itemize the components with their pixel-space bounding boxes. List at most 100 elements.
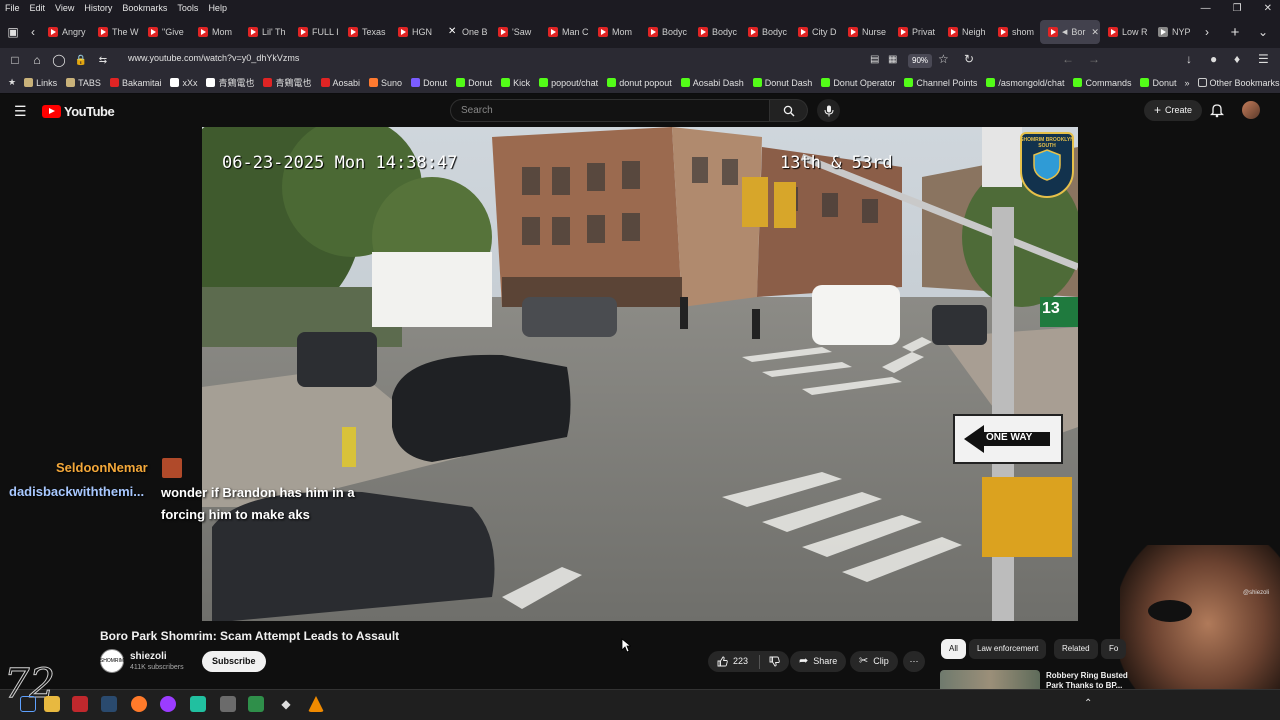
- downloads-icon[interactable]: ↓: [1186, 52, 1192, 66]
- subscribe-button[interactable]: Subscribe: [202, 651, 266, 672]
- forward-icon[interactable]: →: [1088, 52, 1100, 66]
- browser-tab[interactable]: Lil' Th: [240, 20, 290, 44]
- bookmark-item[interactable]: Kick: [501, 78, 530, 88]
- app-menu-icon[interactable]: ☰: [1258, 52, 1269, 66]
- bookmark-item[interactable]: xXx: [170, 78, 197, 88]
- lock-icon[interactable]: 🔒: [70, 49, 92, 71]
- notifications-bell-icon[interactable]: [1210, 103, 1224, 118]
- thumbs-down-icon[interactable]: [769, 656, 780, 667]
- extensions-icon[interactable]: ♦: [1234, 52, 1240, 66]
- restore-icon[interactable]: ❐: [1233, 3, 1242, 14]
- back-icon[interactable]: ←: [1062, 52, 1074, 66]
- browser-tab[interactable]: Bodyc: [740, 20, 790, 44]
- browser-tab[interactable]: ◀ Bor ✕: [1040, 20, 1100, 44]
- browser-tab[interactable]: Low R: [1100, 20, 1150, 44]
- diamond-app-icon[interactable]: ◆: [278, 696, 294, 712]
- more-actions-button[interactable]: ⋯: [903, 651, 925, 672]
- shield-icon[interactable]: ◯: [48, 49, 70, 71]
- browser-tab[interactable]: FULL I: [290, 20, 340, 44]
- youtube-logo[interactable]: YouTube: [42, 104, 115, 119]
- file-explorer-icon[interactable]: [44, 696, 60, 712]
- bookmark-item[interactable]: donut popout: [607, 78, 672, 88]
- bookmark-item[interactable]: Donut: [456, 78, 492, 88]
- menu-help[interactable]: Help: [207, 3, 228, 13]
- browser-tab[interactable]: Man C: [540, 20, 590, 44]
- search-button[interactable]: [770, 99, 808, 122]
- bookmark-star-icon[interactable]: ☆: [938, 52, 949, 66]
- create-button[interactable]: + Create: [1144, 100, 1203, 121]
- address-bar[interactable]: www.youtube.com/watch?v=y0_dhYkVzms: [128, 53, 299, 63]
- bookmark-item[interactable]: Aosabi Dash: [680, 78, 744, 88]
- bookmark-item[interactable]: Donut Dash: [752, 78, 812, 88]
- browser-tab[interactable]: Mom: [590, 20, 640, 44]
- bookmark-item[interactable]: Donut: [411, 78, 447, 88]
- tab-scroll-right-icon[interactable]: ›: [1200, 21, 1214, 43]
- related-video-title[interactable]: Robbery Ring Busted Park Thanks to BP...: [1046, 671, 1128, 691]
- bookmark-item[interactable]: TABS: [66, 78, 101, 88]
- bookmark-item[interactable]: /asmongold/chat: [986, 78, 1064, 88]
- bookmark-item[interactable]: Links: [24, 78, 57, 88]
- bookmark-item[interactable]: popout/chat: [539, 78, 598, 88]
- tab-list-icon[interactable]: ▣: [0, 21, 26, 43]
- new-tab-icon[interactable]: +: [1224, 21, 1246, 43]
- home-icon[interactable]: ⌂: [26, 49, 48, 71]
- menu-tools[interactable]: Tools: [176, 3, 199, 13]
- browser-tab[interactable]: Nurse: [840, 20, 890, 44]
- browser-tab[interactable]: 'Saw: [490, 20, 540, 44]
- tray-expand-icon[interactable]: ⌃: [1084, 698, 1092, 709]
- menu-file[interactable]: File: [4, 3, 21, 13]
- browser-tab[interactable]: Bodyc: [640, 20, 690, 44]
- menu-view[interactable]: View: [54, 3, 75, 13]
- channel-avatar[interactable]: SHOMRIM: [100, 649, 124, 673]
- bookmark-item[interactable]: Donut Operator: [821, 78, 895, 88]
- video-player[interactable]: 06-23-2025 Mon 14:38:47 13th & 53rd 13 O…: [202, 127, 1078, 621]
- browser-tab[interactable]: HGN: [390, 20, 440, 44]
- screenshot-icon[interactable]: ▦: [888, 54, 897, 65]
- related-video-thumbnail[interactable]: [940, 670, 1040, 690]
- steam-icon[interactable]: [101, 696, 117, 712]
- bookmark-item[interactable]: 青鶏電也: [206, 76, 254, 89]
- minimize-icon[interactable]: —: [1201, 3, 1211, 14]
- voice-search-button[interactable]: [817, 99, 840, 122]
- messenger-icon[interactable]: [160, 696, 176, 712]
- browser-tab[interactable]: The W: [90, 20, 140, 44]
- bookmark-item[interactable]: 青鶏電也: [263, 76, 312, 89]
- browser-tab[interactable]: Neigh: [940, 20, 990, 44]
- browser-tab[interactable]: Texas: [340, 20, 390, 44]
- zoom-level[interactable]: 90%: [908, 54, 933, 68]
- bookmark-item[interactable]: Donut: [1140, 78, 1177, 88]
- bookmark-item[interactable]: Commands: [1073, 78, 1131, 88]
- browser-tab[interactable]: City D: [790, 20, 840, 44]
- menu-history[interactable]: History: [83, 3, 113, 13]
- chip-all[interactable]: All: [941, 639, 966, 659]
- search-input[interactable]: [450, 99, 770, 122]
- account-icon[interactable]: ●: [1210, 52, 1217, 66]
- browser-tab[interactable]: NYP: [1150, 20, 1200, 44]
- browser-tab[interactable]: Mom: [190, 20, 240, 44]
- document-icon[interactable]: [248, 696, 264, 712]
- permissions-icon[interactable]: ⇆: [92, 49, 114, 71]
- bookmark-item[interactable]: Channel Points: [904, 78, 977, 88]
- chip-law-enforcement[interactable]: Law enforcement: [969, 639, 1047, 659]
- tab-overflow-icon[interactable]: ⌄: [1252, 21, 1274, 43]
- channel-name[interactable]: shiezoli: [130, 651, 167, 662]
- close-window-icon[interactable]: ✕: [1264, 3, 1272, 14]
- bookmark-item[interactable]: Suno: [369, 78, 402, 88]
- bookmark-item[interactable]: Aosabi: [320, 78, 360, 88]
- browser-tab[interactable]: Angry: [40, 20, 90, 44]
- reload-icon[interactable]: ↻: [964, 52, 974, 66]
- tab-scroll-left-icon[interactable]: ‹: [26, 21, 40, 43]
- reader-view-icon[interactable]: ▤: [870, 54, 879, 65]
- menu-bookmarks[interactable]: Bookmarks: [121, 3, 168, 13]
- share-button[interactable]: ➦ Share: [790, 651, 847, 672]
- browser-tab[interactable]: shom: [990, 20, 1040, 44]
- cat-app-icon[interactable]: [220, 696, 236, 712]
- user-avatar[interactable]: [1242, 101, 1260, 119]
- guide-menu-icon[interactable]: ☰: [14, 103, 27, 120]
- sidebar-toggle-icon[interactable]: □: [4, 49, 26, 71]
- bookmark-item[interactable]: Bakamitai: [109, 78, 161, 88]
- bookmarks-overflow-icon[interactable]: »: [1185, 78, 1190, 88]
- other-bookmarks[interactable]: Other Bookmarks: [1197, 78, 1280, 88]
- browser-tab[interactable]: Privat: [890, 20, 940, 44]
- speaker-icon[interactable]: ◀: [1062, 28, 1067, 36]
